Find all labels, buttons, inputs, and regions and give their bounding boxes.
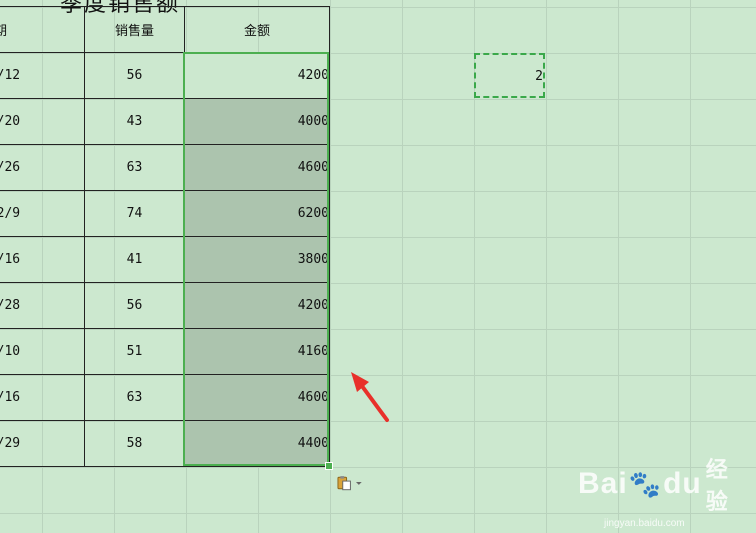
logo-text-jingyan: 经验 [705,457,729,514]
paste-options-button[interactable] [337,475,363,491]
cell-amount[interactable]: 4000 [184,98,330,145]
header-qty[interactable]: 销售量 [84,6,185,53]
cell-amount[interactable]: 4200 [184,282,330,329]
cell-qty[interactable]: 63 [84,144,185,191]
logo-text-du: du [663,467,702,500]
table-row: /1/26 63 4600 [0,144,330,191]
cell-qty[interactable]: 74 [84,190,185,237]
cell-amount[interactable]: 4200 [184,52,330,99]
cell-date[interactable]: /2/16 [0,236,85,283]
table-row: /3/29 58 4400 [0,420,330,467]
copied-cell-value: 2 [535,69,543,84]
cell-qty[interactable]: 56 [84,52,185,99]
copied-cell[interactable]: 2 [474,53,545,98]
red-arrow-annotation [351,372,389,422]
table-row: /3/16 63 4600 [0,374,330,421]
cell-date[interactable]: /1/12 [0,52,85,99]
cell-amount[interactable]: 4600 [184,374,330,421]
cell-date[interactable]: /3/29 [0,420,85,467]
table-row: 7/2/9 74 6200 [0,190,330,237]
baidu-logo: Bai 🐾 du 经验 [578,452,748,516]
header-row: 日期 销售量 金额 [0,6,330,53]
cell-date[interactable]: 7/2/9 [0,190,85,237]
table-row: /3/10 51 4160 [0,328,330,375]
chevron-down-icon [356,482,363,485]
logo-text-bai: Bai [578,467,628,500]
header-date[interactable]: 日期 [0,6,85,53]
cell-amount[interactable]: 4400 [184,420,330,467]
cell-date[interactable]: /1/20 [0,98,85,145]
table-row: /1/12 56 4200 [0,52,330,99]
baidu-watermark: Bai 🐾 du 经验 jingyan.baidu.com [578,452,748,529]
paste-icon [337,476,351,491]
cell-qty[interactable]: 41 [84,236,185,283]
cell-qty[interactable]: 43 [84,98,185,145]
cell-date[interactable]: /2/28 [0,282,85,329]
paw-icon: 🐾 [628,468,663,499]
table-row: /1/20 43 4000 [0,98,330,145]
fill-handle[interactable] [325,462,333,470]
table-row: /2/28 56 4200 [0,282,330,329]
cell-amount[interactable]: 3800 [184,236,330,283]
cell-date[interactable]: /3/16 [0,374,85,421]
watermark-url: jingyan.baidu.com [604,518,685,529]
sales-table: 日期 销售量 金额 /1/12 56 4200 /1/20 43 4000 /1… [0,6,330,467]
cell-qty[interactable]: 51 [84,328,185,375]
cell-qty[interactable]: 63 [84,374,185,421]
cell-date[interactable]: /1/26 [0,144,85,191]
cell-qty[interactable]: 56 [84,282,185,329]
cell-amount[interactable]: 4160 [184,328,330,375]
cell-date[interactable]: /3/10 [0,328,85,375]
header-amount[interactable]: 金额 [184,6,330,53]
cell-amount[interactable]: 4600 [184,144,330,191]
cell-amount[interactable]: 6200 [184,190,330,237]
cell-qty[interactable]: 58 [84,420,185,467]
table-row: /2/16 41 3800 [0,236,330,283]
